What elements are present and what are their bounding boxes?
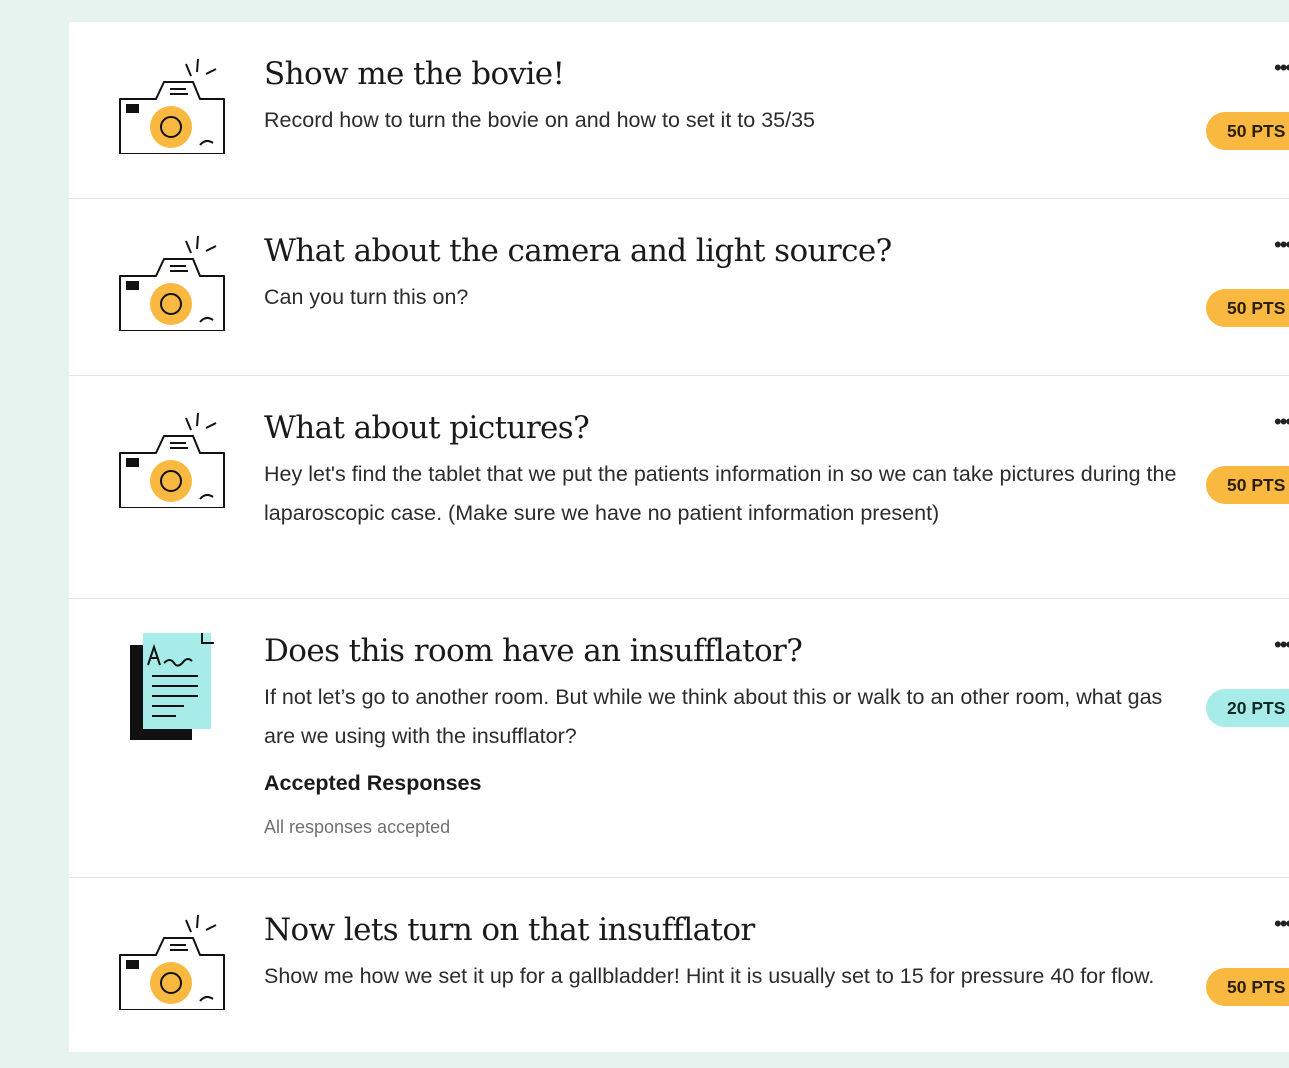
task-description: Can you turn this on? — [264, 285, 469, 309]
camera-icon — [118, 910, 228, 1010]
accepted-responses-value: All responses accepted — [264, 817, 451, 837]
task-description: Record how to turn the bovie on and how … — [264, 108, 815, 132]
camera-icon — [118, 408, 228, 508]
task-title: What about the camera and light source? — [264, 233, 892, 269]
task-description: Hey let's find the tablet that we put th… — [264, 462, 1177, 525]
task-title: Now lets turn on that insufflator — [264, 912, 755, 948]
camera-icon — [118, 54, 228, 154]
task-description: Show me how we set it up for a gallbladd… — [264, 964, 1155, 988]
task-item[interactable]: What about pictures? Hey let's find the … — [69, 376, 1289, 599]
points-badge: 50 PTS — [1206, 466, 1289, 504]
text-response-icon — [118, 623, 228, 743]
task-title: What about pictures? — [264, 410, 590, 446]
more-options-button[interactable]: ••• — [1274, 412, 1289, 432]
points-badge: 50 PTS — [1206, 968, 1289, 1006]
more-options-button[interactable]: ••• — [1274, 58, 1289, 78]
points-badge: 20 PTS — [1206, 689, 1289, 727]
accepted-responses-heading: Accepted Responses — [264, 771, 482, 795]
more-options-button[interactable]: ••• — [1274, 914, 1289, 934]
task-description: If not let’s go to another room. But whi… — [264, 685, 1163, 748]
points-badge: 50 PTS — [1206, 289, 1289, 327]
task-item[interactable]: Does this room have an insufflator? If n… — [69, 599, 1289, 878]
more-options-button[interactable]: ••• — [1274, 235, 1289, 255]
camera-icon — [118, 231, 228, 331]
task-item[interactable]: Show me the bovie! Record how to turn th… — [69, 22, 1289, 199]
task-list: Show me the bovie! Record how to turn th… — [69, 22, 1289, 1052]
task-item[interactable]: Now lets turn on that insufflator Show m… — [69, 878, 1289, 1068]
points-badge: 50 PTS — [1206, 112, 1289, 150]
task-title: Show me the bovie! — [264, 56, 565, 92]
task-title: Does this room have an insufflator? — [264, 633, 803, 669]
task-item[interactable]: What about the camera and light source? … — [69, 199, 1289, 376]
more-options-button[interactable]: ••• — [1274, 635, 1289, 655]
